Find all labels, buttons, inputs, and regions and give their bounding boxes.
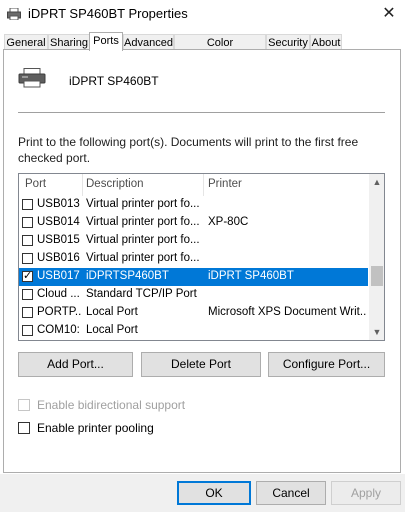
column-divider[interactable] xyxy=(203,174,204,196)
column-divider[interactable] xyxy=(82,174,83,196)
tab-label: About xyxy=(311,37,341,49)
printer-cell: iDPRT SP460BT xyxy=(208,270,294,282)
close-icon: ✕ xyxy=(382,5,396,22)
port-checkbox[interactable] xyxy=(22,289,33,300)
add-port-button[interactable]: Add Port... xyxy=(18,352,133,377)
tab-security[interactable]: Security xyxy=(266,34,310,50)
window-title: iDPRT SP460BT Properties xyxy=(28,6,188,21)
port-cell: COM10: xyxy=(37,324,80,336)
configure-port-button[interactable]: Configure Port... xyxy=(268,352,385,377)
port-cell: Cloud ... xyxy=(37,288,80,300)
vertical-scrollbar[interactable]: ▲ ▼ xyxy=(369,174,384,340)
printer-cell: XP-80C xyxy=(208,216,249,228)
port-cell: USB014 xyxy=(37,216,80,228)
port-checkbox[interactable] xyxy=(22,217,33,228)
port-checkbox[interactable] xyxy=(22,325,33,336)
bidirectional-checkbox xyxy=(18,399,30,411)
scroll-up-icon[interactable]: ▲ xyxy=(369,174,384,190)
pooling-label[interactable]: Enable printer pooling xyxy=(37,421,154,435)
bidirectional-option: Enable bidirectional support xyxy=(18,397,268,413)
tab-label: General xyxy=(6,37,46,49)
bidirectional-label: Enable bidirectional support xyxy=(37,398,186,412)
pooling-checkbox[interactable] xyxy=(18,422,30,434)
description-cell: Virtual printer port fo... xyxy=(86,252,200,264)
description-cell: Standard TCP/IP Port xyxy=(86,288,197,300)
scroll-thumb[interactable] xyxy=(371,266,383,286)
tab-strip: General Sharing Ports Advanced Color Man… xyxy=(0,32,405,65)
ports-list[interactable]: Port Description Printer USB013 Virtual … xyxy=(18,173,385,341)
tab-label: Sharing xyxy=(50,37,88,49)
list-item[interactable]: USB013 Virtual printer port fo... xyxy=(19,196,368,214)
description-cell: Local Port xyxy=(86,324,138,336)
port-cell: USB017 xyxy=(37,270,80,282)
printer-name: iDPRT SP460BT xyxy=(69,74,159,88)
printer-icon xyxy=(7,8,21,20)
pooling-option[interactable]: Enable printer pooling xyxy=(18,420,268,436)
title-bar: iDPRT SP460BT Properties ✕ xyxy=(0,0,405,28)
column-header-printer[interactable]: Printer xyxy=(208,178,242,190)
tab-label: Security xyxy=(268,37,308,49)
dialog-footer: OK Cancel Apply xyxy=(0,474,405,512)
port-cell: USB013 xyxy=(37,198,80,210)
description-cell: iDPRTSP460BT xyxy=(86,270,169,282)
description-cell: Virtual printer port fo... xyxy=(86,198,200,210)
list-item[interactable]: USB014 Virtual printer port fo... XP-80C xyxy=(19,214,368,232)
apply-button[interactable]: Apply xyxy=(331,481,401,505)
ok-button[interactable]: OK xyxy=(177,481,251,505)
list-item-selected[interactable]: USB017 iDPRTSP460BT iDPRT SP460BT xyxy=(19,268,368,286)
port-cell: USB015 xyxy=(37,234,80,246)
tab-label: Advanced xyxy=(124,37,173,49)
close-button[interactable]: ✕ xyxy=(378,4,400,24)
ports-instructions: Print to the following port(s). Document… xyxy=(18,135,359,165)
column-header-port[interactable]: Port xyxy=(25,178,46,190)
tab-about[interactable]: About xyxy=(310,34,342,50)
port-checkbox[interactable] xyxy=(22,269,33,282)
delete-port-button[interactable]: Delete Port xyxy=(141,352,261,377)
port-checkbox[interactable] xyxy=(22,253,33,264)
list-header: Port Description Printer xyxy=(19,174,368,196)
list-item[interactable]: PORTP... Local Port Microsoft XPS Docume… xyxy=(19,304,368,322)
tab-color-management[interactable]: Color Management xyxy=(174,34,266,65)
port-cell: PORTP... xyxy=(37,306,81,318)
port-checkbox[interactable] xyxy=(22,307,33,318)
description-cell: Virtual printer port fo... xyxy=(86,216,200,228)
list-item[interactable]: Cloud ... Standard TCP/IP Port xyxy=(19,286,368,304)
list-item[interactable]: USB015 Virtual printer port fo... xyxy=(19,232,368,250)
scroll-down-icon[interactable]: ▼ xyxy=(369,324,384,340)
printer-large-icon xyxy=(18,68,46,88)
tab-advanced[interactable]: Advanced xyxy=(123,34,174,50)
column-header-description[interactable]: Description xyxy=(86,178,144,190)
tab-ports[interactable]: Ports xyxy=(89,32,123,51)
description-cell: Local Port xyxy=(86,306,138,318)
list-item[interactable]: USB016 Virtual printer port fo... xyxy=(19,250,368,268)
tab-general[interactable]: General xyxy=(4,34,48,50)
printer-cell: Microsoft XPS Document Writ... xyxy=(208,306,366,318)
separator xyxy=(18,112,385,113)
description-cell: Virtual printer port fo... xyxy=(86,234,200,246)
list-item[interactable]: COM10: Local Port xyxy=(19,322,368,340)
port-checkbox[interactable] xyxy=(22,235,33,246)
tab-label: Ports xyxy=(93,35,119,47)
tab-sharing[interactable]: Sharing xyxy=(48,34,90,50)
port-cell: USB016 xyxy=(37,252,80,264)
port-checkbox[interactable] xyxy=(22,199,33,210)
cancel-button[interactable]: Cancel xyxy=(256,481,326,505)
